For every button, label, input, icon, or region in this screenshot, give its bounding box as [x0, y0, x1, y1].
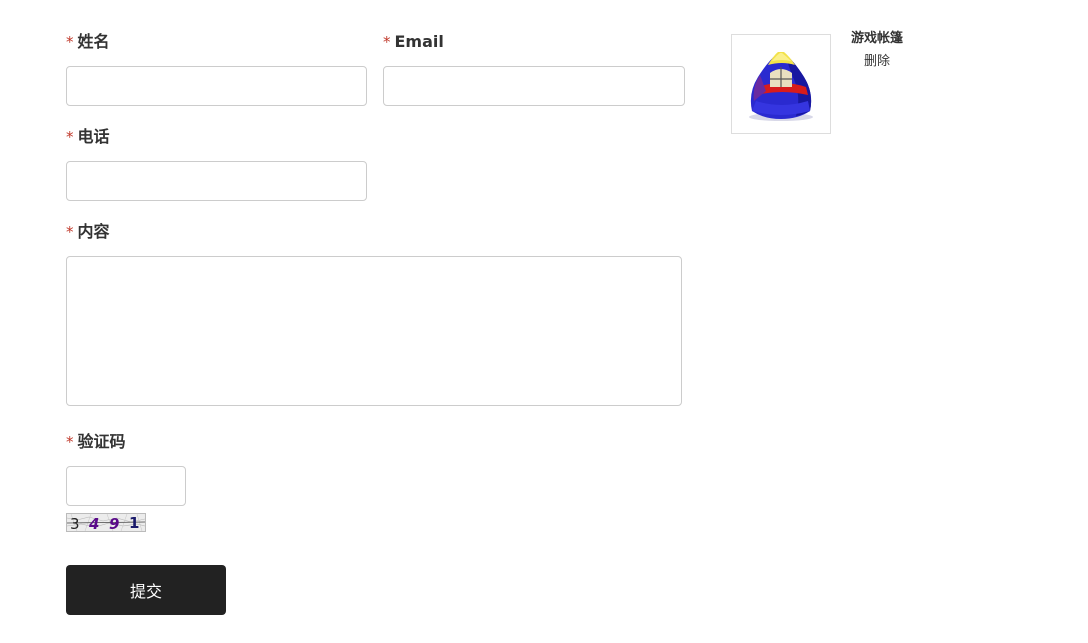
captcha-image[interactable]: 3 4 9 1: [66, 513, 146, 532]
required-mark: *: [66, 128, 74, 146]
required-mark: *: [66, 33, 74, 51]
phone-label: * 电话: [66, 127, 110, 147]
name-label-text: 姓名: [77, 32, 110, 51]
required-mark: *: [383, 33, 391, 51]
captcha-digit-1: 3: [70, 515, 80, 531]
content-label: * 内容: [66, 222, 110, 242]
email-input[interactable]: [383, 66, 685, 106]
phone-input[interactable]: [66, 161, 367, 201]
name-input[interactable]: [66, 66, 367, 106]
content-textarea[interactable]: [66, 256, 682, 406]
phone-label-text: 电话: [77, 127, 110, 146]
name-label: * 姓名: [66, 32, 110, 52]
product-name[interactable]: 游戏帐篷: [851, 30, 903, 47]
email-label: * Email: [383, 32, 444, 52]
required-mark: *: [66, 433, 74, 451]
captcha-digit-4: 1: [129, 514, 139, 531]
captcha-graphic: 3 4 9 1: [67, 514, 145, 531]
tent-icon: [749, 52, 813, 121]
captcha-digit-2: 4: [88, 515, 99, 531]
required-mark: *: [66, 223, 74, 241]
captcha-input[interactable]: [66, 466, 186, 506]
submit-button[interactable]: 提交: [66, 565, 226, 615]
captcha-label: * 验证码: [66, 432, 126, 452]
delete-link[interactable]: 删除: [864, 53, 890, 70]
captcha-digit-3: 9: [109, 515, 119, 531]
captcha-label-text: 验证码: [77, 432, 126, 451]
email-label-text: Email: [394, 32, 444, 51]
product-thumbnail[interactable]: [731, 34, 831, 134]
content-label-text: 内容: [77, 222, 110, 241]
